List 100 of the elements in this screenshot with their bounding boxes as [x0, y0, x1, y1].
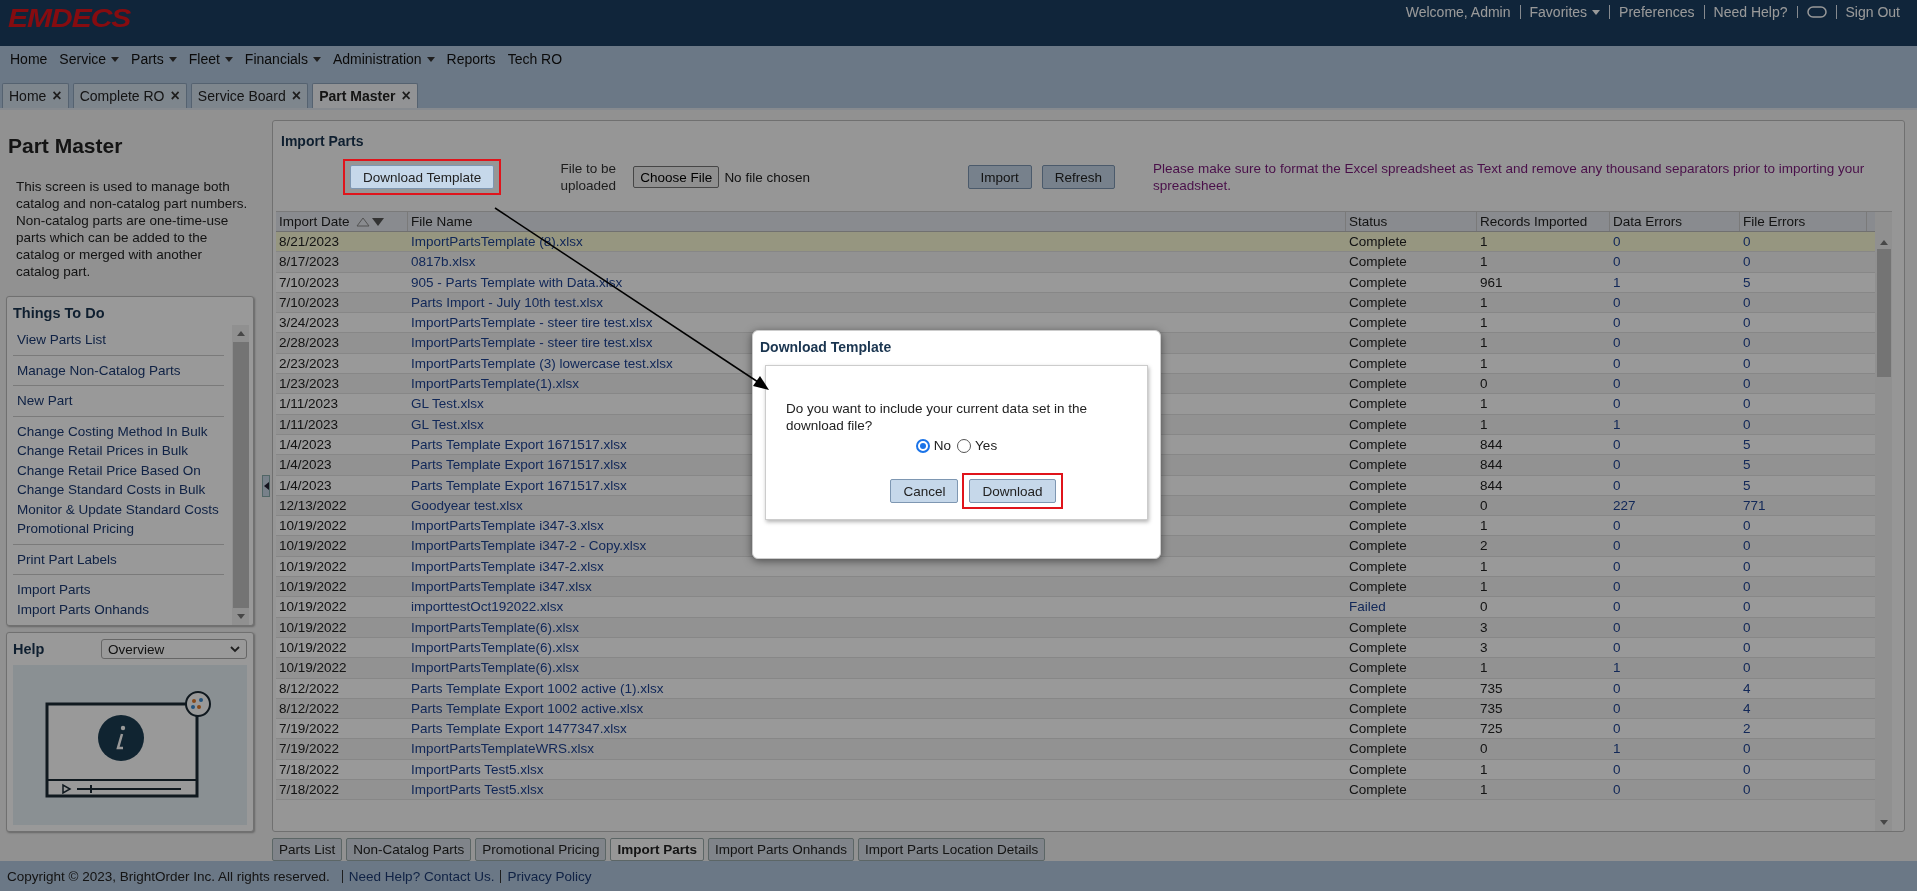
table-cell-text: 2/28/2023: [278, 334, 341, 353]
status-cell-text: Complete: [1348, 679, 1408, 698]
table-cell-text: 10/19/2022: [278, 557, 348, 576]
table-cell-text: 2: [1479, 537, 1489, 556]
table-cell-text: 1: [1479, 659, 1489, 678]
table-cell-text: 10/19/2022: [278, 517, 348, 536]
table-cell-text: 1: [1479, 395, 1489, 414]
table-cell-text: 3/24/2023: [278, 314, 341, 333]
status-cell-text: Complete: [1348, 233, 1408, 251]
table-cell-text: 1/11/2023: [278, 415, 340, 434]
table-cell-text: 1: [1479, 781, 1489, 799]
table-cell-text: 7/18/2022: [278, 760, 341, 779]
table-cell-text: 1/23/2023: [278, 375, 341, 394]
page-description: This screen is used to manage both catalog and non-catalog part numbers. Non-catalog parts are one-time-use parts which can be added to the catalog or merged with another catalog part.: [16, 178, 248, 280]
table-cell-text: 725: [1479, 720, 1504, 739]
status-cell-text: Complete: [1348, 334, 1408, 353]
table-cell-text: 3: [1479, 638, 1489, 657]
table-cell-text: 735: [1479, 699, 1504, 718]
status-cell-text: Complete: [1348, 699, 1408, 718]
table-cell-text: 7/18/2022: [278, 781, 341, 799]
status-cell-text: Complete: [1348, 537, 1408, 556]
table-cell-text: 844: [1479, 476, 1504, 495]
status-cell-text: Complete: [1348, 314, 1408, 333]
status-cell-text: Complete: [1348, 395, 1408, 414]
table-cell-text: 7/10/2023: [278, 293, 341, 312]
table-cell-text: 10/19/2022: [278, 638, 348, 657]
table-cell-text: 2/23/2023: [278, 354, 341, 373]
table-cell-text: 1/4/2023: [278, 476, 333, 495]
status-cell-text: Complete: [1348, 456, 1408, 475]
table-cell-text: 0: [1479, 375, 1489, 394]
table-cell-text: 735: [1479, 679, 1504, 698]
table-cell-text: 7/19/2022: [278, 740, 341, 759]
table-cell-text: 7/10/2023: [278, 273, 341, 292]
status-cell-text: Complete: [1348, 557, 1408, 576]
status-cell-text: Complete: [1348, 517, 1408, 536]
panel-title: Import Parts: [280, 132, 365, 149]
table-cell-text: 10/19/2022: [278, 618, 348, 637]
copyright-text: Copyright © 2023, BrightOrder Inc. All rights reserved.: [7, 868, 330, 884]
status-cell-text: Complete: [1348, 354, 1408, 373]
table-cell-text: 1: [1479, 415, 1489, 434]
status-cell-text: Complete: [1348, 293, 1408, 312]
table-cell-text: 961: [1479, 273, 1504, 292]
status-cell-text: Complete: [1348, 781, 1408, 799]
table-cell-text: 1/4/2023: [278, 456, 333, 475]
status-cell-text: Complete: [1348, 415, 1408, 434]
table-cell-text: 8/21/2023: [278, 233, 341, 251]
table-cell-text: 8/12/2022: [278, 699, 341, 718]
table-cell-text: 10/19/2022: [278, 659, 348, 678]
table-cell-text: 0: [1479, 496, 1489, 515]
table-cell-text: 1: [1479, 334, 1489, 353]
file-label: File to be uploaded: [559, 160, 618, 194]
tab-label: Home: [9, 88, 47, 104]
status-cell-text: Complete: [1348, 760, 1408, 779]
table-cell-text: 1: [1479, 760, 1489, 779]
table-cell-text: 1: [1479, 233, 1489, 251]
table-cell-text: 1/11/2023: [278, 395, 340, 414]
table-cell-text: 0: [1479, 740, 1489, 759]
dialog-title: Download Template: [760, 339, 893, 355]
table-cell-text: 844: [1479, 435, 1504, 454]
status-cell-text: Complete: [1348, 496, 1408, 515]
status-cell-text: Complete: [1348, 618, 1408, 637]
tab-label: Part Master: [319, 88, 396, 104]
table-cell-text: 1: [1479, 578, 1489, 597]
status-cell-text: Complete: [1348, 435, 1408, 454]
table-cell-text: 1: [1479, 253, 1489, 272]
table-cell-text: 1: [1479, 557, 1489, 576]
status-cell-text: Complete: [1348, 638, 1408, 657]
table-cell-text: 3: [1479, 618, 1489, 637]
status-cell-text: Complete: [1348, 578, 1408, 597]
page-title: Part Master: [8, 134, 124, 158]
file-status: No file chosen: [724, 169, 811, 185]
radio-label: Yes: [975, 438, 998, 453]
status-cell-text: Complete: [1348, 476, 1408, 495]
table-cell-text: 8/17/2023: [278, 253, 341, 272]
dialog-question: Do you want to include your current data set in the download file?: [786, 400, 1088, 434]
status-cell-text: Complete: [1348, 253, 1408, 272]
table-cell-text: 1: [1479, 293, 1489, 312]
table-cell-text: 10/19/2022: [278, 537, 348, 556]
table-cell-text: 12/13/2022: [278, 496, 348, 515]
status-cell-text: Complete: [1348, 375, 1408, 394]
tab-label: Complete RO: [79, 88, 165, 104]
welcome-text: Welcome, Admin: [1404, 5, 1512, 19]
status-cell-text: Complete: [1348, 720, 1408, 739]
app-logo: EMDECS: [8, 2, 131, 34]
panel-title: Things To Do: [13, 305, 106, 321]
table-cell-text: 10/19/2022: [278, 578, 348, 597]
tab-label: Service Board: [197, 88, 286, 104]
table-cell-text: 844: [1479, 456, 1504, 475]
table-cell-text: 1: [1479, 314, 1489, 333]
status-cell-text: Complete: [1348, 659, 1408, 678]
panel-title: Help: [13, 641, 45, 657]
table-cell-text: 1/4/2023: [278, 435, 333, 454]
table-cell-text: 1: [1479, 517, 1489, 536]
table-cell-text: 7/19/2022: [278, 720, 341, 739]
status-cell-text: Complete: [1348, 273, 1408, 292]
status-cell-text: Complete: [1348, 740, 1408, 759]
table-cell-text: 8/12/2022: [278, 679, 341, 698]
table-cell-text: 0: [1479, 598, 1489, 617]
radio-label: No: [933, 438, 952, 453]
format-notice: Please make sure to format the Excel spreadsheet as Text and remove any thousand separators prior to importing your spreadsheet.: [1153, 160, 1866, 194]
